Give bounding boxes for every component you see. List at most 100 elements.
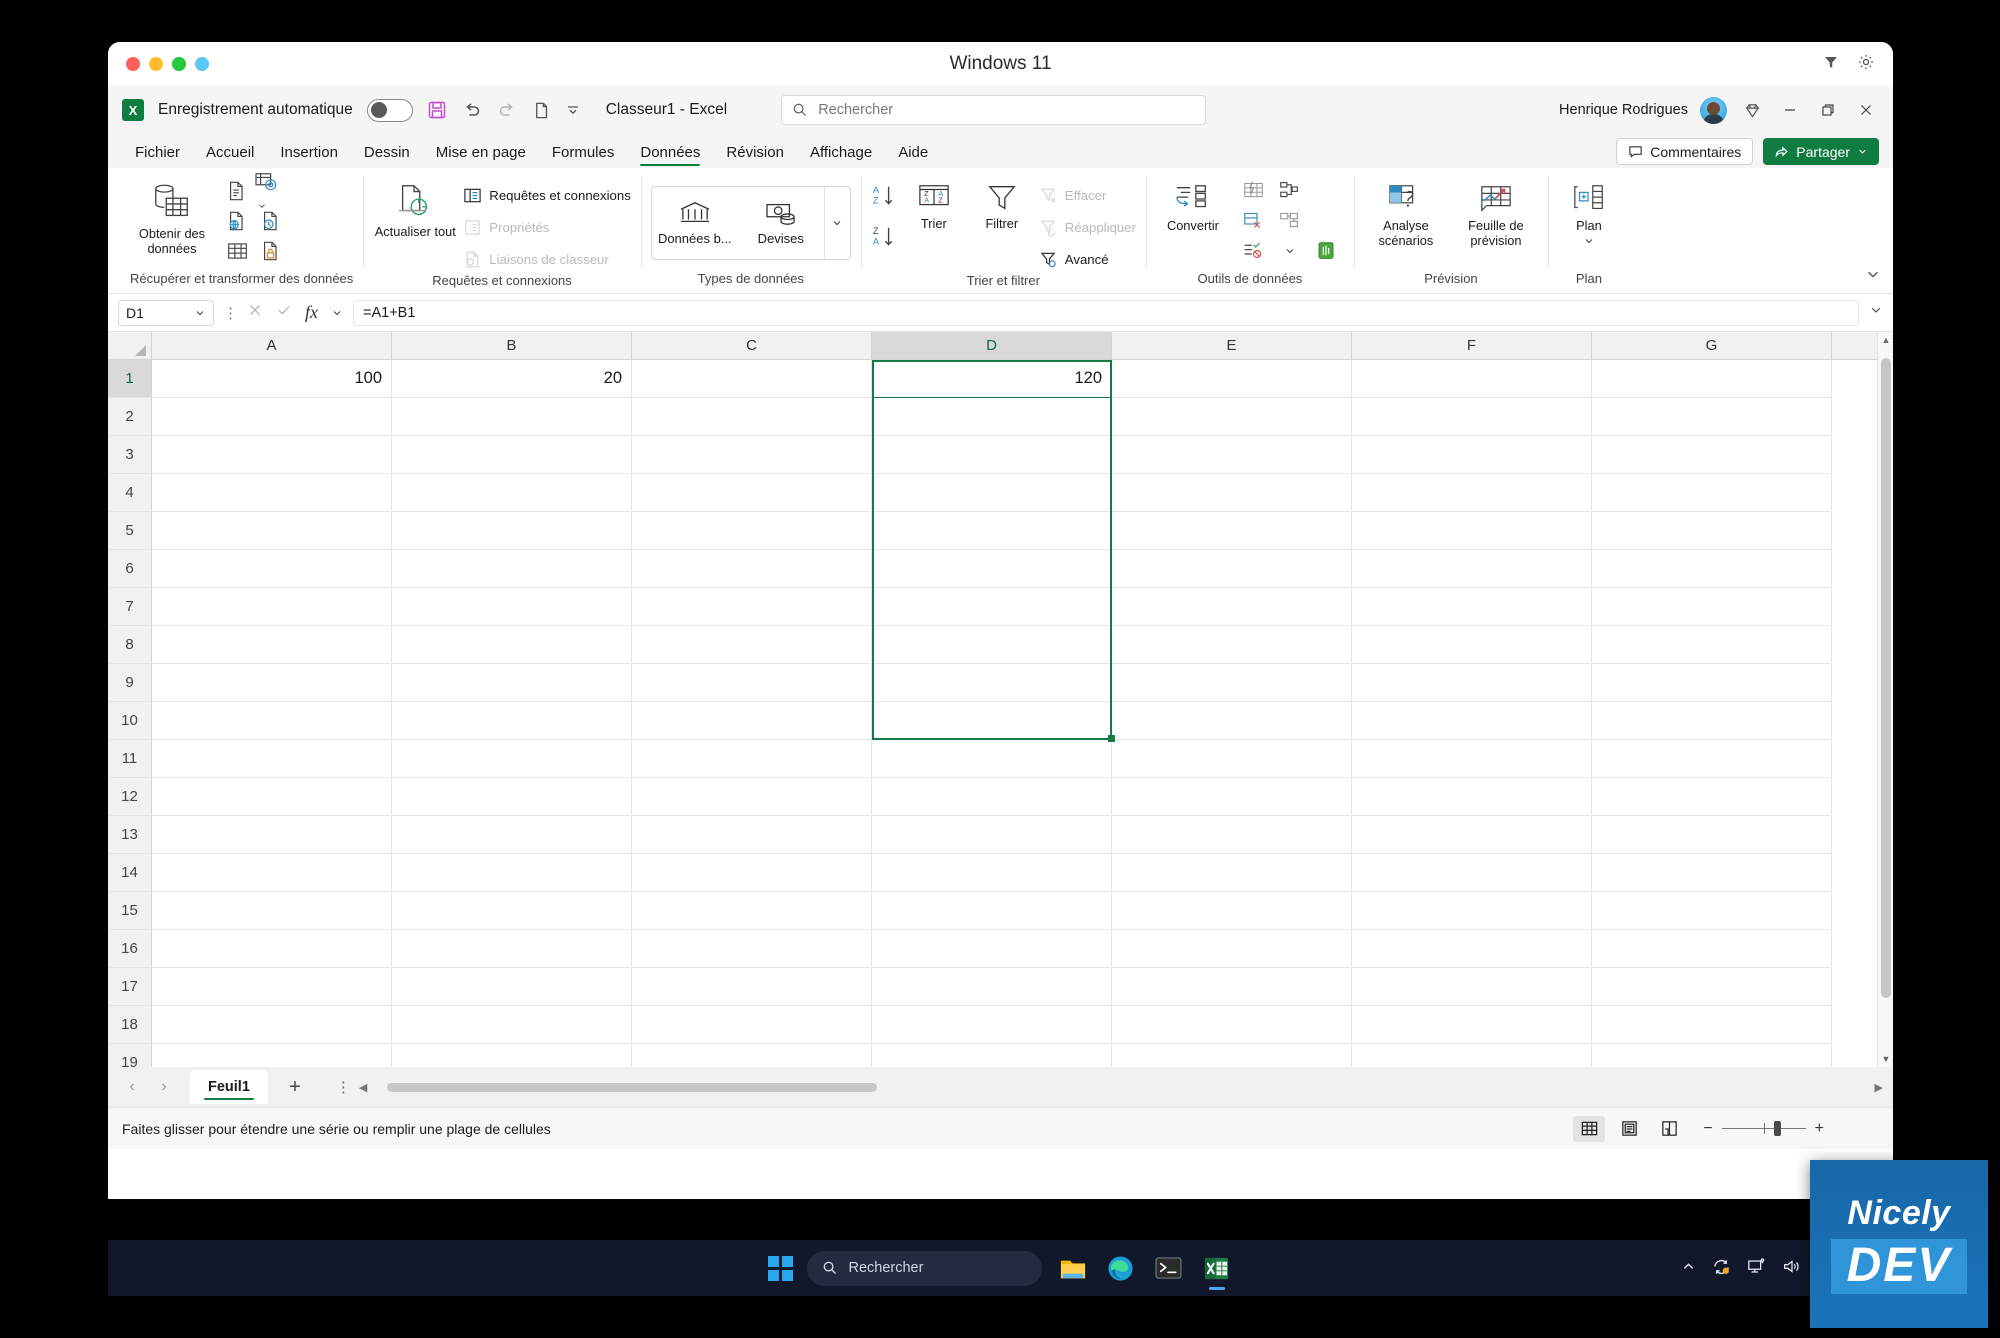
- insert-function-icon[interactable]: fx: [305, 302, 318, 323]
- row-header-9[interactable]: 9: [108, 664, 152, 702]
- collapse-ribbon-button[interactable]: [1865, 266, 1881, 287]
- share-button[interactable]: Partager: [1763, 138, 1879, 165]
- cell-a8[interactable]: [152, 626, 392, 664]
- cell-a12[interactable]: [152, 778, 392, 816]
- cell-c7[interactable]: [632, 588, 872, 626]
- scroll-right-icon[interactable]: ▶: [1875, 1081, 1883, 1094]
- cell-f12[interactable]: [1352, 778, 1592, 816]
- minimize-button[interactable]: [1777, 97, 1803, 123]
- text-to-columns-button[interactable]: Convertir: [1156, 178, 1230, 233]
- filter-button[interactable]: Filtrer: [971, 178, 1033, 231]
- data-types-more-button[interactable]: [823, 186, 850, 259]
- column-header-g[interactable]: G: [1592, 332, 1832, 359]
- cell-b16[interactable]: [392, 930, 632, 968]
- cell-b7[interactable]: [392, 588, 632, 626]
- undo-icon[interactable]: [462, 100, 482, 120]
- normal-view-button[interactable]: [1573, 1115, 1606, 1142]
- tab-formules[interactable]: Formules: [539, 141, 628, 168]
- network-icon[interactable]: [1747, 1257, 1767, 1279]
- row-header-17[interactable]: 17: [108, 968, 152, 1006]
- gear-icon[interactable]: [1857, 53, 1875, 76]
- cell-f13[interactable]: [1352, 816, 1592, 854]
- tab-aide[interactable]: Aide: [885, 141, 941, 168]
- add-sheet-button[interactable]: +: [278, 1072, 312, 1102]
- cell-a18[interactable]: [152, 1006, 392, 1044]
- cell-g17[interactable]: [1592, 968, 1832, 1006]
- cell-e14[interactable]: [1112, 854, 1352, 892]
- cell-c1[interactable]: [632, 360, 872, 398]
- cell-e8[interactable]: [1112, 626, 1352, 664]
- cell-e1[interactable]: [1112, 360, 1352, 398]
- column-header-b[interactable]: B: [392, 332, 632, 359]
- cell-e6[interactable]: [1112, 550, 1352, 588]
- cell-g2[interactable]: [1592, 398, 1832, 436]
- tab-donnees[interactable]: Données: [627, 141, 713, 168]
- cell-f5[interactable]: [1352, 512, 1592, 550]
- row-header-3[interactable]: 3: [108, 436, 152, 474]
- cell-f8[interactable]: [1352, 626, 1592, 664]
- expand-formula-bar-button[interactable]: [1859, 303, 1883, 322]
- cell-d11[interactable]: [872, 740, 1112, 778]
- restore-button[interactable]: [1815, 97, 1841, 123]
- tab-mise-en-page[interactable]: Mise en page: [423, 141, 539, 168]
- cell-a9[interactable]: [152, 664, 392, 702]
- cell-e15[interactable]: [1112, 892, 1352, 930]
- cell-e19[interactable]: [1112, 1044, 1352, 1067]
- cell-b2[interactable]: [392, 398, 632, 436]
- cell-a7[interactable]: [152, 588, 392, 626]
- cell-c6[interactable]: [632, 550, 872, 588]
- horizontal-scrollbar[interactable]: [375, 1081, 1867, 1093]
- tab-accueil[interactable]: Accueil: [193, 141, 267, 168]
- cell-b17[interactable]: [392, 968, 632, 1006]
- cell-d17[interactable]: [872, 968, 1112, 1006]
- cell-b15[interactable]: [392, 892, 632, 930]
- cell-d2[interactable]: [872, 398, 1112, 436]
- from-text-csv-icon[interactable]: [226, 180, 248, 207]
- cell-g4[interactable]: [1592, 474, 1832, 512]
- data-validation-icon[interactable]: [1242, 240, 1265, 266]
- cell-e12[interactable]: [1112, 778, 1352, 816]
- cell-a11[interactable]: [152, 740, 392, 778]
- row-header-15[interactable]: 15: [108, 892, 152, 930]
- from-table-range-icon[interactable]: [226, 241, 249, 266]
- cell-a1[interactable]: 100: [152, 360, 392, 398]
- comments-button[interactable]: Commentaires: [1616, 138, 1754, 165]
- cell-b4[interactable]: [392, 474, 632, 512]
- cell-g11[interactable]: [1592, 740, 1832, 778]
- from-file-icon[interactable]: [260, 240, 282, 267]
- cell-b18[interactable]: [392, 1006, 632, 1044]
- row-header-19[interactable]: 19: [108, 1044, 152, 1067]
- zoom-slider[interactable]: [1721, 1120, 1806, 1136]
- chevron-up-icon[interactable]: [1681, 1259, 1696, 1277]
- row-header-12[interactable]: 12: [108, 778, 152, 816]
- cell-c10[interactable]: [632, 702, 872, 740]
- cell-g6[interactable]: [1592, 550, 1832, 588]
- cell-d4[interactable]: [872, 474, 1112, 512]
- cell-f1[interactable]: [1352, 360, 1592, 398]
- excel-taskbar-icon[interactable]: [1200, 1251, 1234, 1290]
- row-header-8[interactable]: 8: [108, 626, 152, 664]
- cell-c14[interactable]: [632, 854, 872, 892]
- column-header-c[interactable]: C: [632, 332, 872, 359]
- flash-fill-icon[interactable]: [1242, 180, 1265, 206]
- onedrive-sync-icon[interactable]: [1711, 1257, 1732, 1279]
- cell-f11[interactable]: [1352, 740, 1592, 778]
- tab-dessin[interactable]: Dessin: [351, 141, 423, 168]
- avatar[interactable]: [1700, 96, 1727, 124]
- formula-input[interactable]: =A1+B1: [353, 299, 1859, 326]
- cell-f4[interactable]: [1352, 474, 1592, 512]
- cell-d14[interactable]: [872, 854, 1112, 892]
- cell-c9[interactable]: [632, 664, 872, 702]
- close-button[interactable]: [1853, 97, 1879, 123]
- cell-f10[interactable]: [1352, 702, 1592, 740]
- relationships-icon[interactable]: [1278, 210, 1301, 236]
- cell-g18[interactable]: [1592, 1006, 1832, 1044]
- cell-a4[interactable]: [152, 474, 392, 512]
- cell-d3[interactable]: [872, 436, 1112, 474]
- cell-b9[interactable]: [392, 664, 632, 702]
- cell-d10[interactable]: [872, 702, 1112, 740]
- cell-a15[interactable]: [152, 892, 392, 930]
- cell-f3[interactable]: [1352, 436, 1592, 474]
- name-box[interactable]: D1: [118, 299, 214, 326]
- cell-d19[interactable]: [872, 1044, 1112, 1067]
